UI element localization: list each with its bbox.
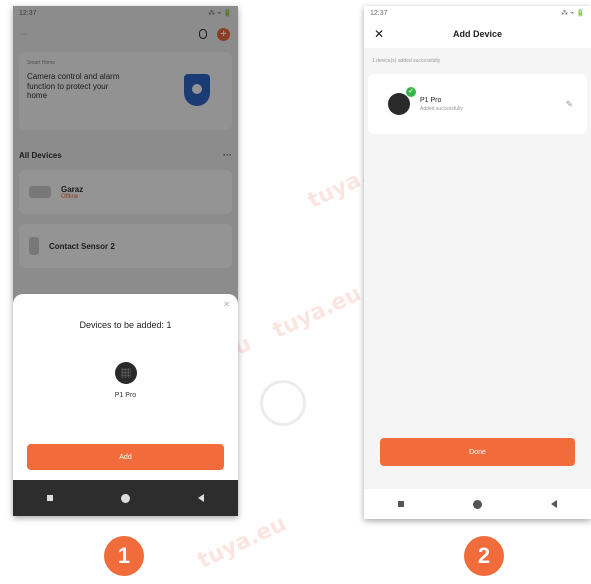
add-devices-sheet: ✕ Devices to be added: 1 P1 Pro Add [13,294,238,480]
gateway-device-icon: ✓ [388,87,416,115]
recent-apps-icon[interactable] [398,501,405,507]
close-icon[interactable]: ✕ [374,27,384,41]
phone-screen-home: 12:37 ⁂ ⌁ 🔋 ··· + Smart Home Camera cont… [13,6,238,516]
android-nav-bar [364,489,591,519]
home-icon[interactable] [472,499,482,509]
header: ✕ Add Device [364,20,591,48]
home-icon[interactable] [121,493,130,503]
edit-icon[interactable]: ✎ [565,99,573,110]
step-badge: 1 [104,536,144,576]
phone-screen-add-device: 12:37 ⁂ ⌁ 🔋 ✕ Add Device 1 device(s) add… [364,6,591,519]
done-button[interactable]: Done [380,438,575,466]
watermark: tuya.eu [269,281,366,344]
device-name: P1 Pro [114,392,137,399]
back-icon[interactable] [550,500,557,508]
check-icon: ✓ [406,87,416,97]
device-card[interactable]: ✓ P1 Pro Added successfully ✎ [368,74,587,134]
status-icons: ⁂ ⌁ 🔋 [561,10,585,17]
back-icon[interactable] [198,494,204,502]
gateway-device-icon [114,362,137,384]
close-icon[interactable]: ✕ [223,300,230,309]
wifi-watermark-icon [260,380,306,426]
watermark: tuya.eu [194,511,291,574]
device-status: Added successfully [420,105,463,112]
recent-apps-icon[interactable] [47,495,53,501]
step-badge: 2 [464,536,504,576]
android-nav-bar [13,480,238,516]
status-time: 12:37 [370,9,388,17]
add-button[interactable]: Add [27,444,224,470]
sheet-title: Devices to be added: 1 [79,320,172,330]
page-title: Add Device [452,29,503,39]
device-name: P1 Pro [420,96,442,104]
result-subtitle: 1 device(s) added successfully [372,58,441,64]
status-bar: 12:37 ⁂ ⌁ 🔋 [364,6,591,20]
